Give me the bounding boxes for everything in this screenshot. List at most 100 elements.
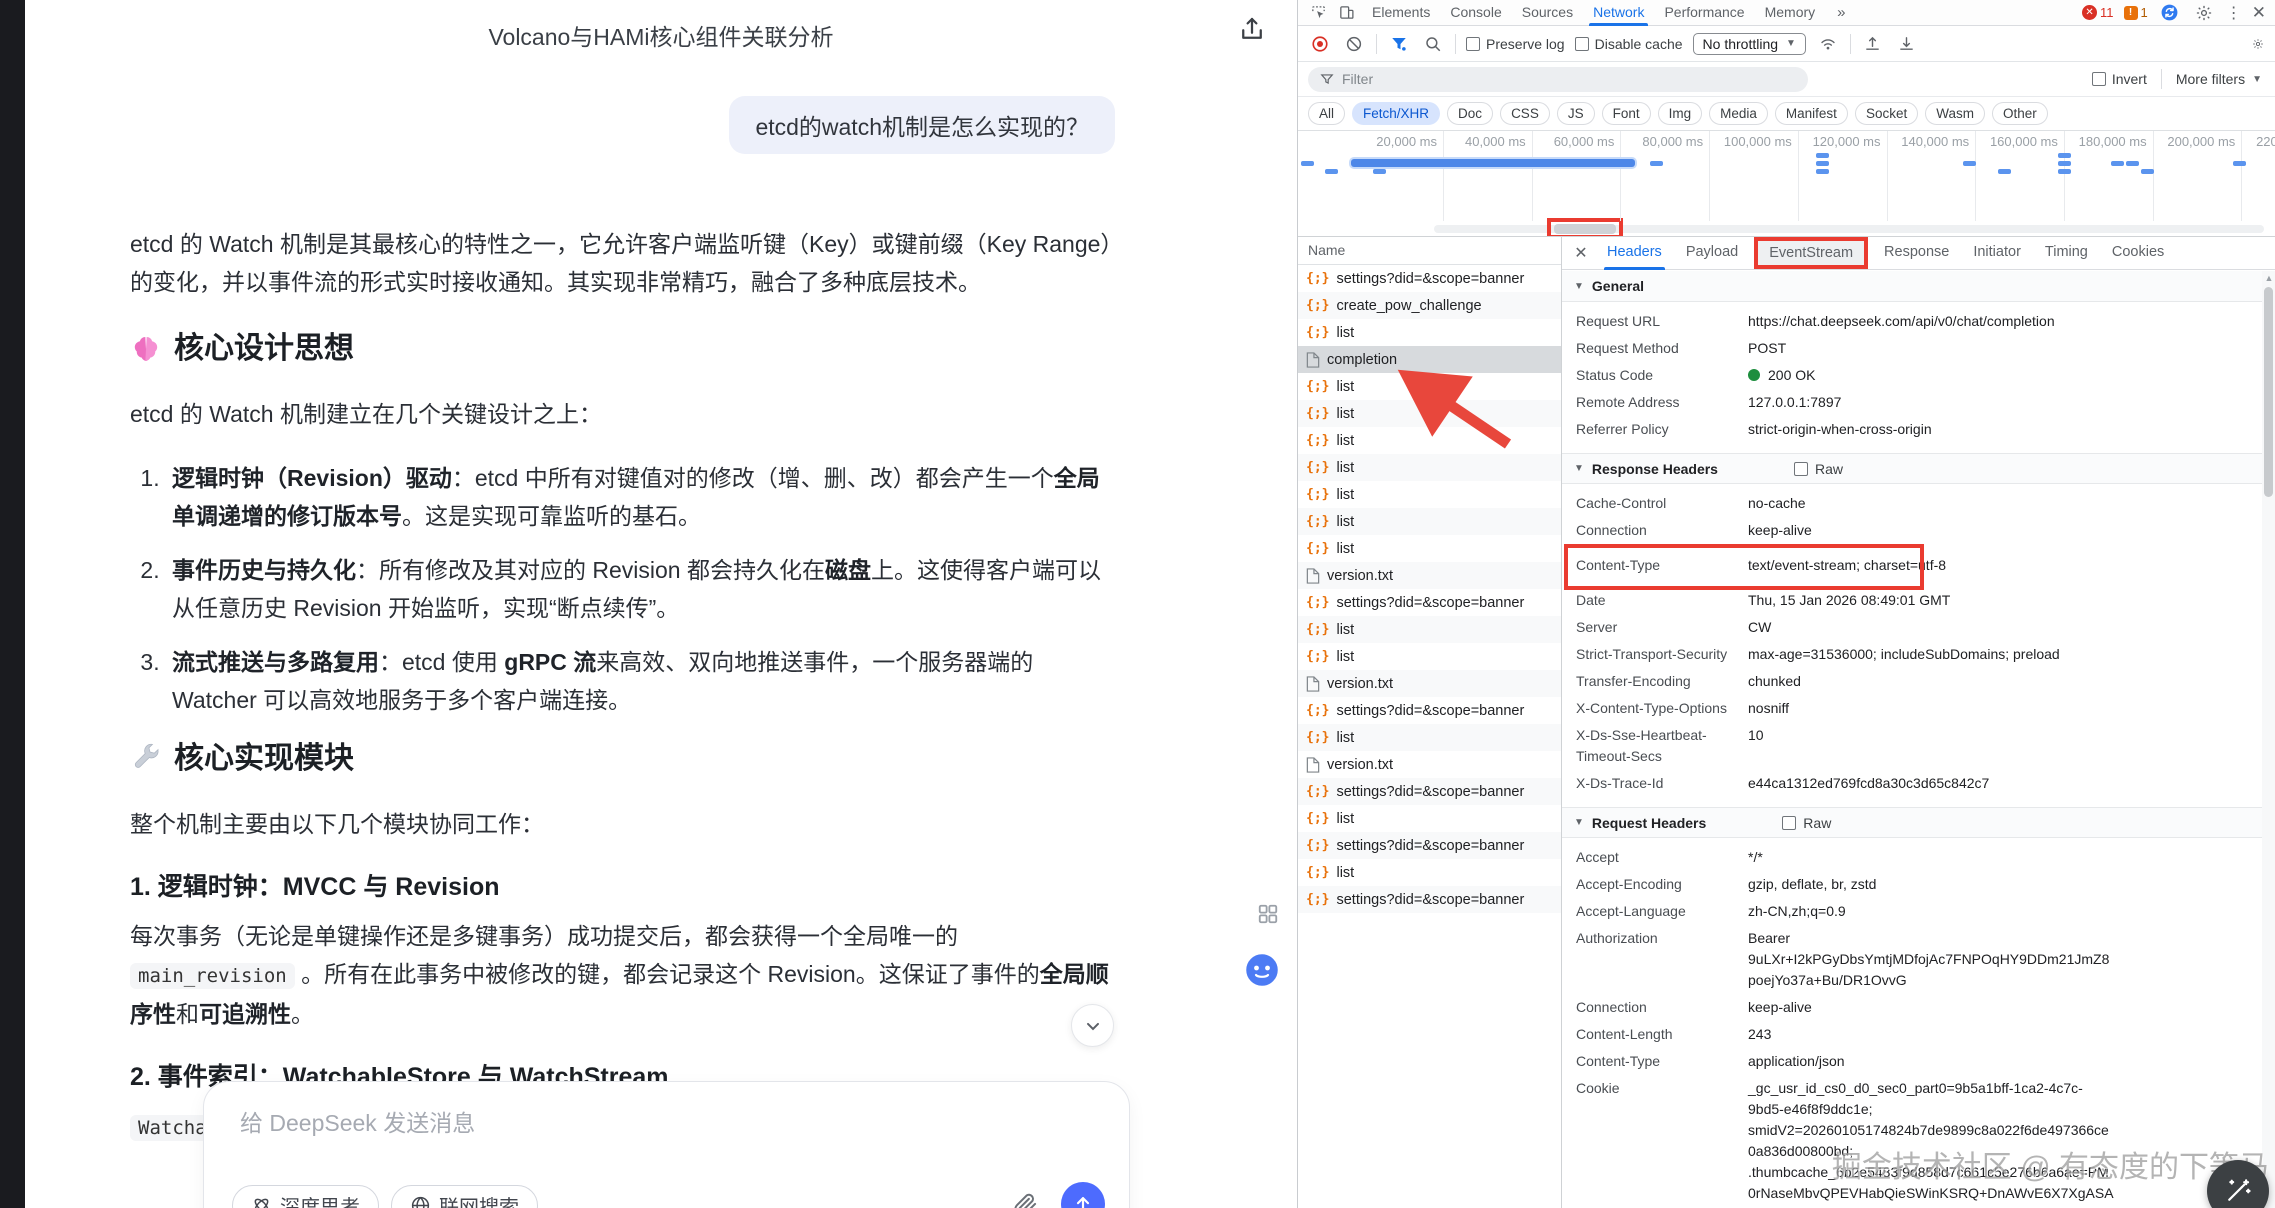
request-row-list[interactable]: {;}list (1298, 481, 1561, 508)
devtools-tab-elements[interactable]: Elements (1362, 0, 1440, 26)
details-tab-cookies[interactable]: Cookies (2101, 237, 2175, 270)
header-row-strict-transport-security[interactable]: Strict-Transport-Securitymax-age=3153600… (1562, 641, 2262, 668)
request-row-settings-did-scope-banner[interactable]: {;}settings?did=&scope=banner (1298, 832, 1561, 859)
throttling-select[interactable]: No throttling ▼ (1693, 33, 1806, 55)
request-row-settings-did-scope-banner[interactable]: {;}settings?did=&scope=banner (1298, 697, 1561, 724)
filter-funnel-icon[interactable] (1387, 34, 1411, 54)
devtools-tab-console[interactable]: Console (1440, 0, 1511, 26)
filter-chip-manifest[interactable]: Manifest (1775, 102, 1848, 125)
filter-chip-socket[interactable]: Socket (1855, 102, 1918, 125)
details-tab-timing[interactable]: Timing (2034, 237, 2099, 270)
request-list-name-header[interactable]: Name (1298, 237, 1561, 265)
request-row-completion[interactable]: completion (1298, 346, 1561, 373)
section-header-request-headers[interactable]: ▼Request HeadersRaw (1562, 807, 2262, 838)
invert-checkbox[interactable]: Invert (2092, 71, 2147, 87)
filter-chip-font[interactable]: Font (1602, 102, 1651, 125)
devtools-tab-sources[interactable]: Sources (1512, 0, 1583, 26)
header-row-content-type[interactable]: Content-Typeapplication/json (1562, 1048, 2262, 1075)
request-row-list[interactable]: {;}list (1298, 373, 1561, 400)
console-errors-badge[interactable]: ✕ 11 (2082, 5, 2114, 20)
import-har-icon[interactable] (1861, 34, 1885, 54)
scroll-to-bottom-button[interactable] (1071, 1004, 1114, 1047)
request-row-settings-did-scope-banner[interactable]: {;}settings?did=&scope=banner (1298, 778, 1561, 805)
request-row-list[interactable]: {;}list (1298, 427, 1561, 454)
header-row-transfer-encoding[interactable]: Transfer-Encodingchunked (1562, 668, 2262, 695)
request-row-settings-did-scope-banner[interactable]: {;}settings?did=&scope=banner (1298, 589, 1561, 616)
header-row-cache-control[interactable]: Cache-Controlno-cache (1562, 490, 2262, 517)
details-tab-payload[interactable]: Payload (1675, 237, 1749, 270)
header-row-x-content-type-options[interactable]: X-Content-Type-Optionsnosniff (1562, 695, 2262, 722)
network-conditions-icon[interactable] (1816, 34, 1840, 54)
kebab-menu-icon[interactable]: ⋮ (2226, 3, 2242, 23)
headers-detail-body[interactable]: ▼GeneralRequest URLhttps://chat.deepseek… (1562, 271, 2262, 1208)
filter-chip-img[interactable]: Img (1658, 102, 1703, 125)
header-row-x-ds-trace-id[interactable]: X-Ds-Trace-Ide44ca1312ed769fcd8a30c3d65c… (1562, 770, 2262, 797)
header-row-connection[interactable]: Connectionkeep-alive (1562, 517, 2262, 544)
console-warnings-badge[interactable]: ! 1 (2124, 5, 2148, 20)
filter-chip-wasm[interactable]: Wasm (1925, 102, 1985, 125)
export-har-icon[interactable] (1895, 34, 1919, 54)
filter-chip-all[interactable]: All (1308, 102, 1345, 125)
header-row-status-code[interactable]: Status Code200 OK (1562, 362, 2262, 389)
network-filter-input[interactable]: Filter (1308, 67, 1808, 92)
request-row-version.txt[interactable]: version.txt (1298, 562, 1561, 589)
inspect-element-icon[interactable] (1306, 3, 1330, 23)
details-scrollbar[interactable]: ▲ (2262, 271, 2275, 1208)
collapsed-sidebar[interactable] (0, 0, 25, 1208)
devtools-tab-network[interactable]: Network (1583, 0, 1654, 26)
filter-chip-js[interactable]: JS (1557, 102, 1595, 125)
filter-chip-media[interactable]: Media (1709, 102, 1768, 125)
request-row-version.txt[interactable]: version.txt (1298, 670, 1561, 697)
request-row-create_pow_challenge[interactable]: {;}create_pow_challenge (1298, 292, 1561, 319)
section-header-response-headers[interactable]: ▼Response HeadersRaw (1562, 453, 2262, 484)
filter-chip-doc[interactable]: Doc (1447, 102, 1493, 125)
filter-chip-css[interactable]: CSS (1500, 102, 1550, 125)
request-row-settings-did-scope-banner[interactable]: {;}settings?did=&scope=banner (1298, 886, 1561, 913)
raw-checkbox[interactable]: Raw (1782, 815, 1831, 831)
share-icon[interactable] (1237, 14, 1271, 48)
request-row-list[interactable]: {;}list (1298, 508, 1561, 535)
request-row-list[interactable]: {;}list (1298, 319, 1561, 346)
request-row-list[interactable]: {;}list (1298, 454, 1561, 481)
settings-gear-icon[interactable] (2192, 3, 2216, 23)
devtools-tab-memory[interactable]: Memory (1755, 0, 1826, 26)
header-row-x-ds-sse-heartbeat-timeout-secs[interactable]: X-Ds-Sse-Heartbeat-Timeout-Secs10 (1562, 722, 2262, 770)
network-overview-timeline[interactable]: 20,000 ms40,000 ms60,000 ms80,000 ms100,… (1298, 131, 2275, 237)
details-tab-response[interactable]: Response (1873, 237, 1960, 270)
details-tab-headers[interactable]: Headers (1596, 237, 1673, 270)
scrollbar-up-arrow[interactable]: ▲ (2262, 273, 2275, 283)
device-toolbar-icon[interactable] (1334, 3, 1358, 23)
request-row-list[interactable]: {;}list (1298, 400, 1561, 427)
clear-network-log-icon[interactable] (1342, 34, 1366, 54)
record-network-log-icon[interactable] (1308, 34, 1332, 54)
disable-cache-checkbox[interactable]: Disable cache (1575, 36, 1683, 52)
scrollbar-thumb[interactable] (2264, 287, 2273, 497)
more-tabs-chevron[interactable]: » (1829, 4, 1853, 21)
chat-input[interactable]: 给 DeepSeek 发送消息 (240, 1104, 475, 1138)
header-row-request-method[interactable]: Request MethodPOST (1562, 335, 2262, 362)
deep-think-button[interactable]: 深度思考 (232, 1185, 379, 1208)
header-row-accept-encoding[interactable]: Accept-Encodinggzip, deflate, br, zstd (1562, 871, 2262, 898)
header-row-content-type[interactable]: Content-Typetext/event-stream; charset=u… (1562, 552, 2262, 579)
header-row-server[interactable]: ServerCW (1562, 614, 2262, 641)
header-row-accept-language[interactable]: Accept-Languagezh-CN,zh;q=0.9 (1562, 898, 2262, 925)
widget-grid-icon[interactable] (1257, 903, 1279, 925)
header-row-authorization[interactable]: AuthorizationBearer 9uLXr+I2kPGyDbsYmtjM… (1562, 925, 2262, 994)
details-tab-eventstream[interactable]: EventStream (1754, 237, 1868, 269)
request-row-list[interactable]: {;}list (1298, 643, 1561, 670)
header-row-referrer-policy[interactable]: Referrer Policystrict-origin-when-cross-… (1562, 416, 2262, 443)
request-row-list[interactable]: {;}list (1298, 859, 1561, 886)
request-row-list[interactable]: {;}list (1298, 724, 1561, 751)
assistant-face-icon[interactable] (1243, 951, 1281, 989)
web-search-button[interactable]: 联网搜索 (391, 1185, 538, 1208)
search-icon[interactable] (1421, 34, 1445, 54)
request-row-list[interactable]: {;}list (1298, 616, 1561, 643)
request-row-list[interactable]: {;}list (1298, 535, 1561, 562)
header-row-connection[interactable]: Connectionkeep-alive (1562, 994, 2262, 1021)
paperclip-icon[interactable] (1012, 1191, 1039, 1208)
send-button[interactable] (1061, 1182, 1105, 1208)
details-tab-initiator[interactable]: Initiator (1962, 237, 2032, 270)
header-row-accept[interactable]: Accept*/* (1562, 844, 2262, 871)
extension-sync-icon[interactable] (2158, 3, 2182, 23)
request-row-version.txt[interactable]: version.txt (1298, 751, 1561, 778)
